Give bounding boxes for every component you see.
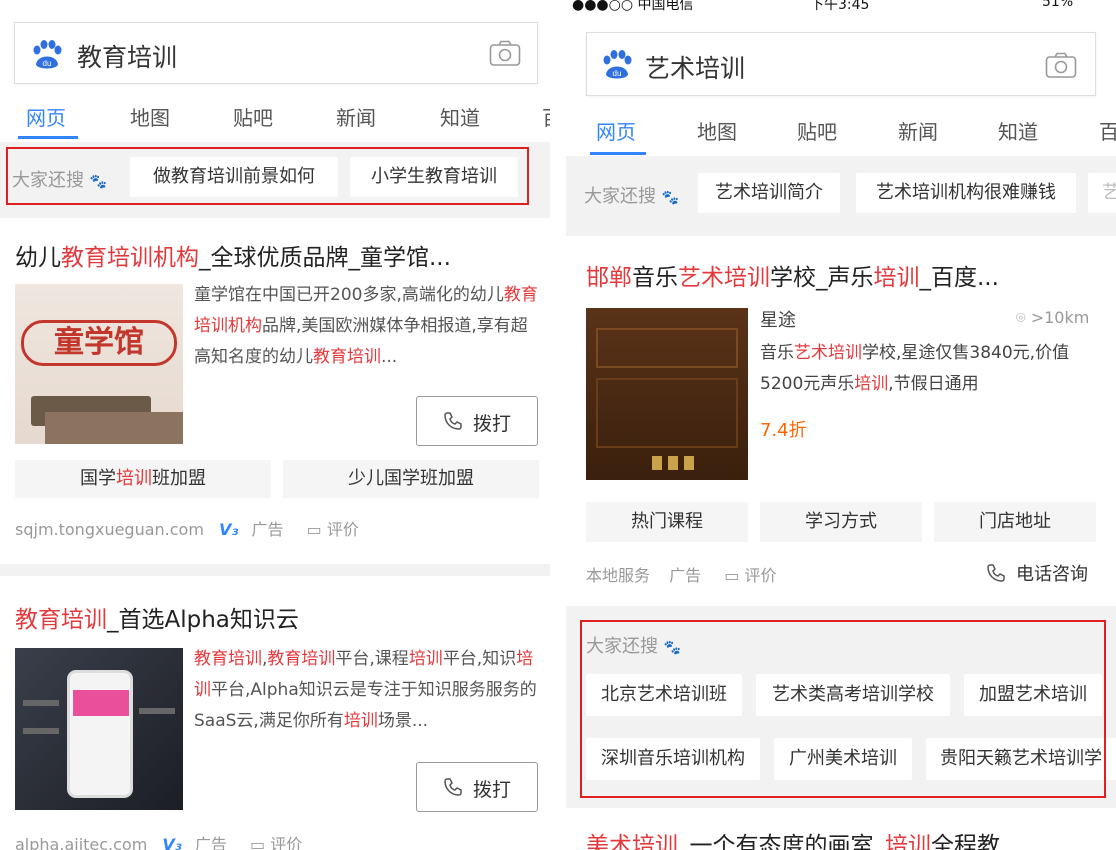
baidu-paw-icon: du	[33, 40, 62, 69]
sublink-button[interactable]: 少儿国学班加盟	[283, 460, 539, 498]
sublink-button[interactable]: 门店地址	[934, 502, 1096, 542]
review-icon: ▭	[250, 835, 266, 850]
call-button[interactable]: 拨打	[416, 396, 538, 446]
paw-icon: 🐾	[661, 190, 680, 206]
result-thumbnail[interactable]	[15, 648, 183, 810]
discount-label: 7.4折	[760, 420, 807, 441]
search-header: du 艺术培训	[566, 14, 1116, 102]
ad-label: 广告	[194, 835, 227, 850]
also-chip[interactable]: 艺术培训机构很难赚钱	[856, 173, 1076, 213]
svg-text:du: du	[613, 69, 622, 78]
tab-zhidao[interactable]: 知道	[440, 102, 480, 131]
result-card[interactable]: 教育培训_首选Alpha知识云 教育培训,教育培训平台,课程培训平台,知识培训平…	[0, 576, 550, 850]
result-domain[interactable]: alpha.aiitec.com	[15, 835, 147, 850]
phone-icon	[444, 412, 462, 430]
phone-icon	[987, 564, 1005, 582]
result-title[interactable]: 教育培训_首选Alpha知识云	[15, 600, 545, 634]
sublink-button[interactable]: 国学培训班加盟	[15, 460, 271, 498]
ad-label: 广告	[251, 520, 284, 539]
ad-label: 广告	[669, 566, 702, 585]
search-tabs: 网页 地图 贴吧 新闻 知道 百	[566, 102, 1116, 156]
tab-web[interactable]: 网页	[26, 102, 66, 131]
location-pin-icon: ⌾	[1016, 308, 1026, 327]
tab-tieba[interactable]: 贴吧	[233, 102, 273, 131]
also-search-bar: 大家还搜 🐾 艺术培训简介 艺术培训机构很难赚钱 艺	[566, 156, 1116, 230]
review-icon: ▭	[306, 520, 322, 539]
result-title[interactable]: 美术培训_一个有态度的画室_培训全程教...	[586, 826, 1106, 850]
review-link[interactable]: 评价	[744, 566, 776, 585]
local-service-label: 本地服务	[586, 566, 651, 585]
baidu-paw-icon: du	[603, 50, 632, 79]
result-card[interactable]: 邯郸音乐艺术培训学校_声乐培训_百度... 星途 ⌾ >10km 音乐艺术培训学…	[566, 236, 1116, 606]
search-box[interactable]: du 教育培训	[14, 22, 538, 84]
search-query: 艺术培训	[645, 54, 746, 83]
highlight-frame	[6, 147, 529, 205]
sublink-button[interactable]: 热门课程	[586, 502, 748, 542]
phone-icon	[444, 778, 462, 796]
v-badge: V₃	[219, 520, 239, 539]
also-chip[interactable]: 艺术培训简介	[698, 173, 840, 213]
v-badge: V₃	[162, 835, 182, 850]
sublink-button[interactable]: 学习方式	[760, 502, 922, 542]
tab-web[interactable]: 网页	[596, 116, 636, 145]
tab-tieba[interactable]: 贴吧	[797, 116, 837, 145]
active-tab-indicator	[18, 136, 78, 139]
shop-name: 星途	[760, 310, 796, 331]
search-box[interactable]: du 艺术培训	[586, 32, 1096, 96]
result-footer: 本地服务 广告 ▭ 评价	[586, 562, 776, 586]
camera-icon[interactable]	[1045, 52, 1077, 79]
left-screenshot: du 教育培训 网页 地图 贴吧 新闻 知道 百 大家还搜 🐾 做教育培训前景如…	[0, 0, 550, 850]
tab-zhidao[interactable]: 知道	[998, 116, 1038, 145]
result-footer: sqjm.tongxueguan.com V₃ 广告 ▭ 评价	[15, 516, 359, 540]
also-search-label: 大家还搜 🐾	[584, 186, 680, 207]
search-header: du 教育培训	[0, 0, 550, 88]
result-domain[interactable]: sqjm.tongxueguan.com	[15, 520, 204, 539]
panel-divider	[550, 0, 566, 850]
carrier-text: ●●●○○ 中国电信	[572, 0, 694, 13]
tab-map[interactable]: 地图	[130, 102, 170, 131]
review-icon: ▭	[724, 566, 740, 585]
result-description: 教育培训,教育培训平台,课程培训平台,知识培训平台,Alpha知识云是专注于知识…	[194, 649, 537, 731]
status-bar: ●●●○○ 中国电信 下午3:45 51%	[566, 0, 1116, 14]
result-thumbnail[interactable]: 童学馆	[15, 284, 183, 444]
clock-text: 下午3:45	[810, 0, 870, 13]
tab-news[interactable]: 新闻	[898, 116, 938, 145]
result-description: 童学馆在中国已开200多家,高端化的幼儿教育培训机构品牌,美国欧洲媒体争相报道,…	[194, 285, 538, 367]
result-card[interactable]: 美术培训_一个有态度的画室_培训全程教...	[566, 808, 1116, 850]
search-query: 教育培训	[77, 43, 178, 72]
thumbnail-logo: 童学馆	[21, 320, 177, 366]
highlight-frame	[580, 620, 1106, 798]
search-tabs: 网页 地图 贴吧 新闻 知道 百	[0, 88, 550, 142]
svg-text:du: du	[43, 59, 52, 68]
call-label: 拨打	[473, 779, 512, 801]
call-button[interactable]: 拨打	[416, 762, 538, 812]
right-screenshot: ●●●○○ 中国电信 下午3:45 51% du 艺术培训 网页 地图 贴吧 新…	[566, 0, 1116, 850]
phone-consult-button[interactable]: 电话咨询	[986, 560, 1088, 586]
result-footer: alpha.aiitec.com V₃ 广告 ▭ 评价	[15, 831, 302, 850]
call-label: 拨打	[473, 413, 512, 435]
review-link[interactable]: 评价	[327, 520, 359, 539]
camera-icon[interactable]	[489, 40, 521, 67]
tab-news[interactable]: 新闻	[336, 102, 376, 131]
review-link[interactable]: 评价	[270, 835, 302, 850]
also-chip[interactable]: 艺	[1088, 173, 1116, 213]
tab-map[interactable]: 地图	[697, 116, 737, 145]
result-thumbnail[interactable]	[586, 308, 748, 480]
tab-more[interactable]: 百	[1099, 116, 1116, 145]
tab-more[interactable]: 百	[542, 102, 550, 131]
result-title[interactable]: 邯郸音乐艺术培训学校_声乐培训_百度...	[586, 258, 1106, 292]
result-card[interactable]: 幼儿教育培训机构_全球优质品牌_童学馆... 童学馆 童学馆在中国已开200多家…	[0, 218, 550, 564]
battery-text: 51%	[1042, 0, 1074, 10]
active-tab-indicator	[590, 152, 646, 155]
result-description: 音乐艺术培训学校,星途仅售3840元,价值5200元声乐培训,节假日通用	[760, 343, 1070, 394]
result-title[interactable]: 幼儿教育培训机构_全球优质品牌_童学馆...	[15, 238, 545, 272]
distance: ⌾ >10km	[1016, 308, 1090, 327]
